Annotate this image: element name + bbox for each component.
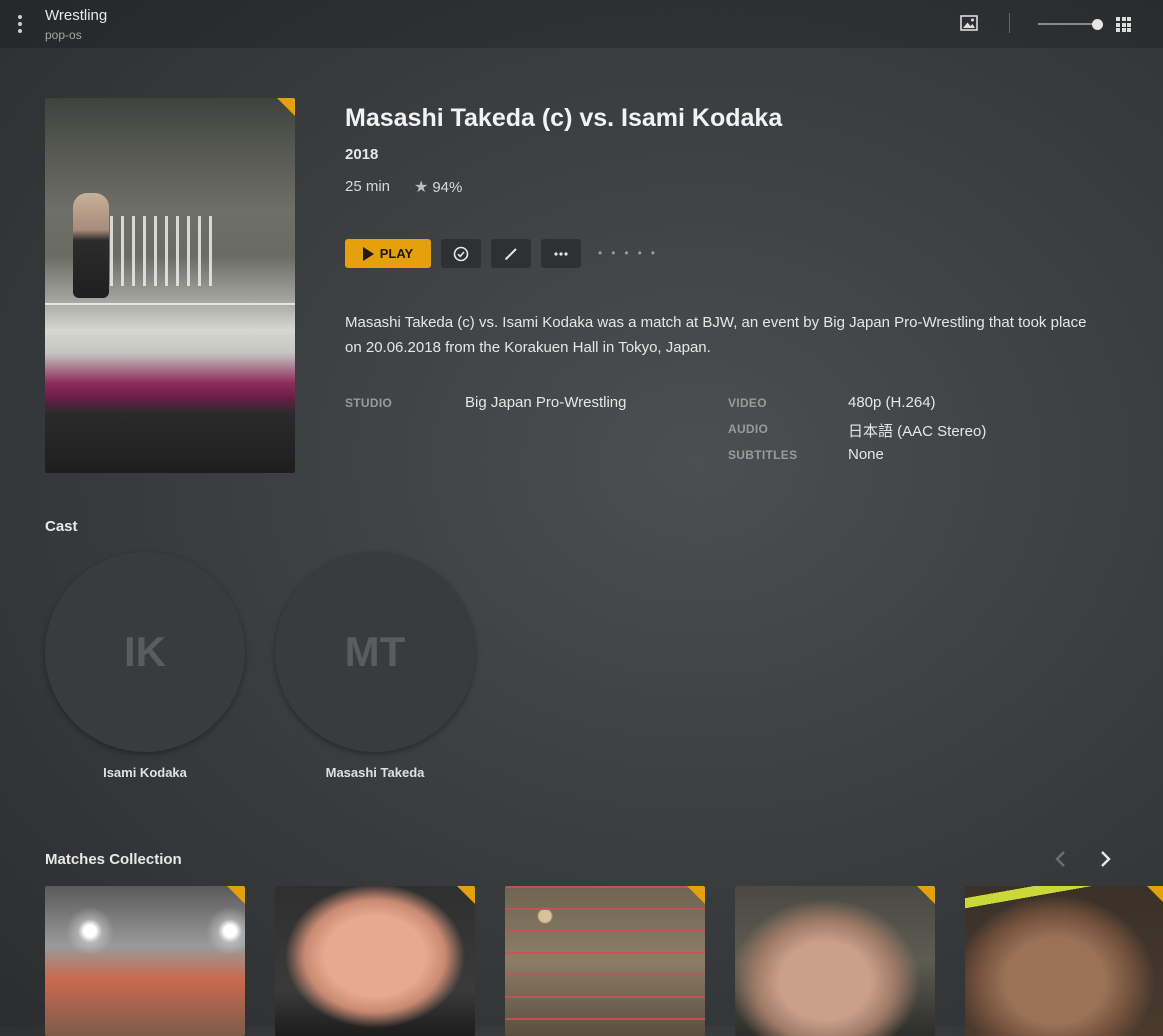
check-circle-icon — [453, 246, 469, 261]
release-year[interactable]: 2018 — [345, 146, 378, 163]
chevron-right-icon[interactable] — [1095, 848, 1115, 870]
collection-item[interactable] — [965, 886, 1163, 1036]
server-name: pop-os — [45, 28, 82, 42]
edit-button[interactable] — [491, 239, 531, 268]
duration: 25 min — [345, 178, 391, 195]
more-vertical-icon[interactable] — [12, 12, 28, 36]
unwatched-flag — [687, 886, 705, 904]
grid-icon[interactable] — [1116, 17, 1131, 32]
studio-label: STUDIO — [345, 396, 393, 410]
rating-value: 94% — [432, 179, 463, 196]
play-button[interactable]: PLAY — [345, 239, 431, 268]
photo-icon[interactable] — [960, 14, 978, 32]
collection-item[interactable] — [45, 886, 245, 1036]
library-title[interactable]: Wrestling — [45, 7, 107, 24]
collection-item[interactable] — [505, 886, 705, 1036]
more-button[interactable] — [541, 239, 581, 268]
more-horizontal-icon — [554, 251, 568, 256]
cast-avatar[interactable]: IK — [45, 552, 245, 752]
audio-value[interactable]: 日本語 (AAC Stereo) — [848, 420, 986, 441]
slider-thumb[interactable] — [1092, 19, 1103, 30]
video-label: VIDEO — [728, 396, 767, 410]
summary-text: Masashi Takeda (c) vs. Isami Kodaka was … — [345, 314, 1087, 356]
subtitles-label: SUBTITLES — [728, 448, 798, 462]
play-icon — [362, 246, 374, 261]
unwatched-flag — [1147, 886, 1163, 904]
cast-avatar[interactable]: MT — [275, 552, 475, 752]
unwatched-flag — [277, 98, 295, 116]
unwatched-flag — [457, 886, 475, 904]
size-slider[interactable] — [1038, 16, 1106, 32]
cast-name[interactable]: Isami Kodaka — [45, 765, 245, 780]
critic-rating: ★ 94% — [414, 177, 462, 197]
audio-label: AUDIO — [728, 422, 769, 436]
unwatched-flag — [227, 886, 245, 904]
collection-item[interactable] — [275, 886, 475, 1036]
star-icon: ★ — [414, 179, 429, 196]
cast-initials: IK — [124, 628, 166, 675]
cast-initials: MT — [344, 628, 406, 675]
unwatched-flag — [917, 886, 935, 904]
user-rating-stars[interactable]: ••••• — [598, 246, 664, 260]
studio-value[interactable]: Big Japan Pro-Wrestling — [465, 394, 626, 411]
divider — [1009, 13, 1010, 33]
collection-section-title[interactable]: Matches Collection — [45, 851, 182, 868]
page-title: Masashi Takeda (c) vs. Isami Kodaka — [345, 104, 783, 132]
pencil-icon — [505, 247, 517, 260]
poster-image[interactable] — [45, 98, 295, 473]
top-bar: Wrestling pop-os — [0, 0, 1163, 48]
cast-section-title: Cast — [45, 518, 78, 535]
collection-item[interactable] — [735, 886, 935, 1036]
subtitles-value[interactable]: None — [848, 446, 884, 463]
play-label: PLAY — [379, 246, 414, 261]
chevron-left-icon[interactable] — [1051, 848, 1071, 870]
cast-name[interactable]: Masashi Takeda — [275, 765, 475, 780]
video-value: 480p (H.264) — [848, 394, 936, 411]
mark-watched-button[interactable] — [441, 239, 481, 268]
